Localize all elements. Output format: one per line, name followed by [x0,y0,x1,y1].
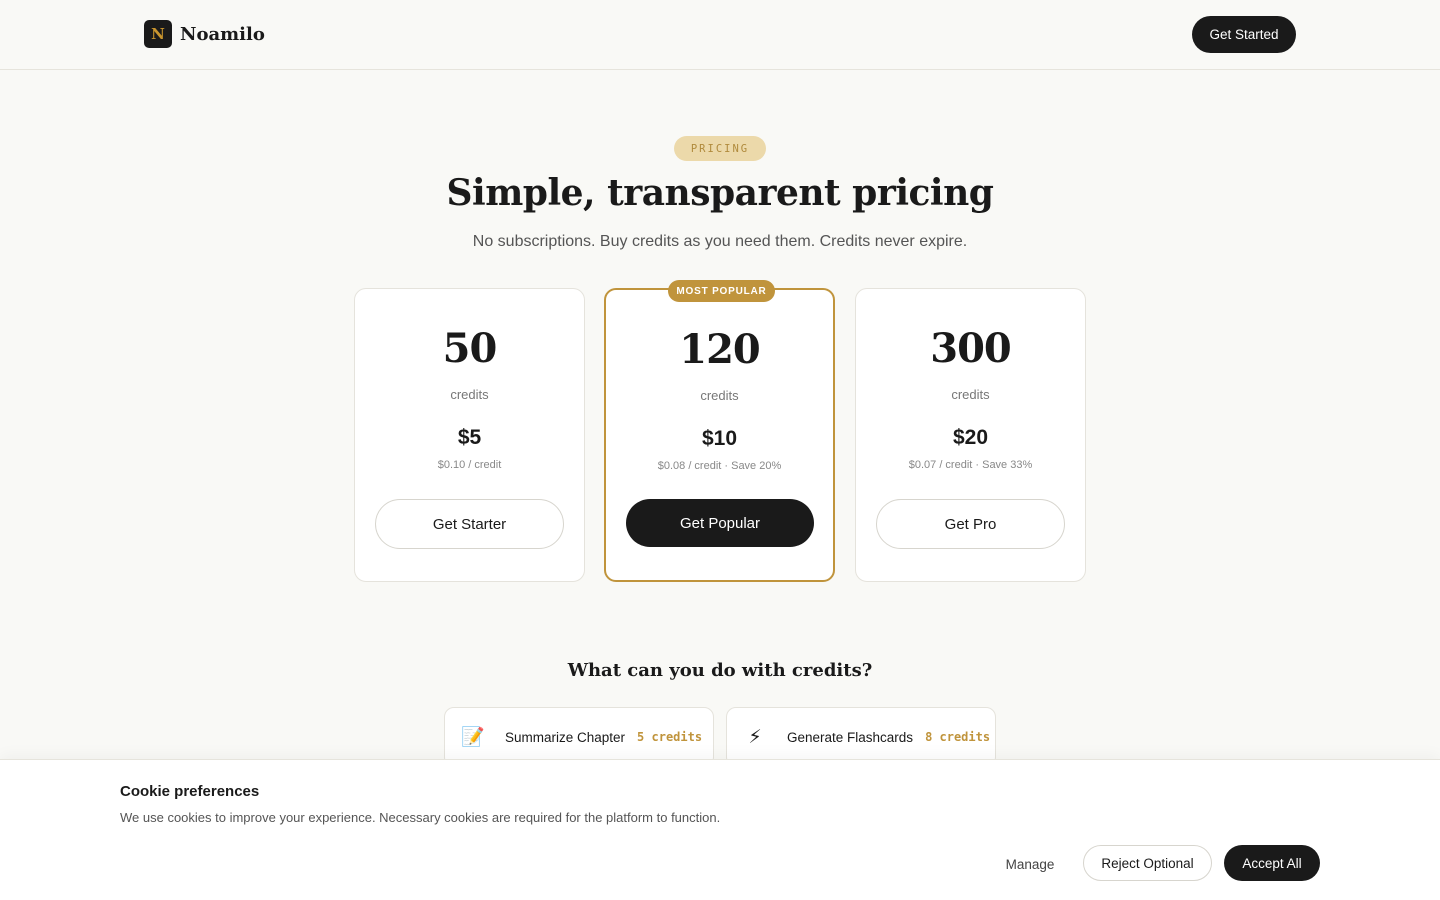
plan-price: $10 [701,427,738,450]
cookie-description: We use cookies to improve your experienc… [120,810,721,825]
logo-mark-icon: N [144,20,172,48]
get-pro-button[interactable]: Get Pro [876,499,1065,549]
manage-cookies-button[interactable]: Manage [995,847,1065,881]
brand-logo[interactable]: N Noamilo [144,20,265,48]
plan-price: $20 [952,426,989,449]
plan-credits: 50 [442,325,498,372]
usage-section-title: What can you do with credits? [567,660,873,681]
page-subtitle: No subscriptions. Buy credits as you nee… [472,233,968,250]
brand-name: Noamilo [180,23,265,45]
plan-credits-label: credits [951,387,990,402]
usage-item-summarize: 📝 Summarize Chapter 5 credits [444,707,714,767]
site-header: N Noamilo Get Started [0,0,1440,70]
lightning-icon: ⚡ [748,726,762,748]
plan-card-popular: MOST POPULAR 120 credits $10 $0.08 / cre… [604,280,835,582]
usage-item-label: Summarize Chapter [505,729,626,745]
page-title: Simple, transparent pricing [446,172,994,214]
plan-card-starter: 50 credits $5 $0.10 / credit Get Starter [354,288,585,582]
cookie-banner: Cookie preferences We use cookies to imp… [0,759,1440,900]
cookie-title: Cookie preferences [120,783,260,800]
usage-item-cost: 8 credits [925,730,991,744]
plan-credits-label: credits [700,388,739,403]
get-popular-button[interactable]: Get Popular [626,499,814,547]
get-started-button[interactable]: Get Started [1192,16,1296,53]
plan-card-pro: 300 credits $20 $0.07 / credit · Save 33… [855,288,1086,582]
usage-item-label: Generate Flashcards [787,729,914,745]
plan-credits: 300 [930,325,1012,372]
plan-per-credit: $0.08 / credit · Save 20% [657,460,782,472]
usage-item-flashcards: ⚡ Generate Flashcards 8 credits [726,707,996,767]
usage-item-cost: 5 credits [637,730,703,744]
plan-per-credit: $0.07 / credit · Save 33% [908,459,1033,471]
plan-per-credit: $0.10 / credit [437,459,502,471]
reject-optional-button[interactable]: Reject Optional [1083,845,1212,881]
pricing-pill: PRICING [674,136,766,161]
most-popular-badge: MOST POPULAR [668,280,775,302]
accept-all-button[interactable]: Accept All [1224,845,1320,881]
plan-credits-label: credits [450,387,489,402]
memo-icon: 📝 [461,727,485,748]
get-starter-button[interactable]: Get Starter [375,499,564,549]
plan-credits: 120 [679,326,761,373]
plan-price: $5 [457,426,482,449]
